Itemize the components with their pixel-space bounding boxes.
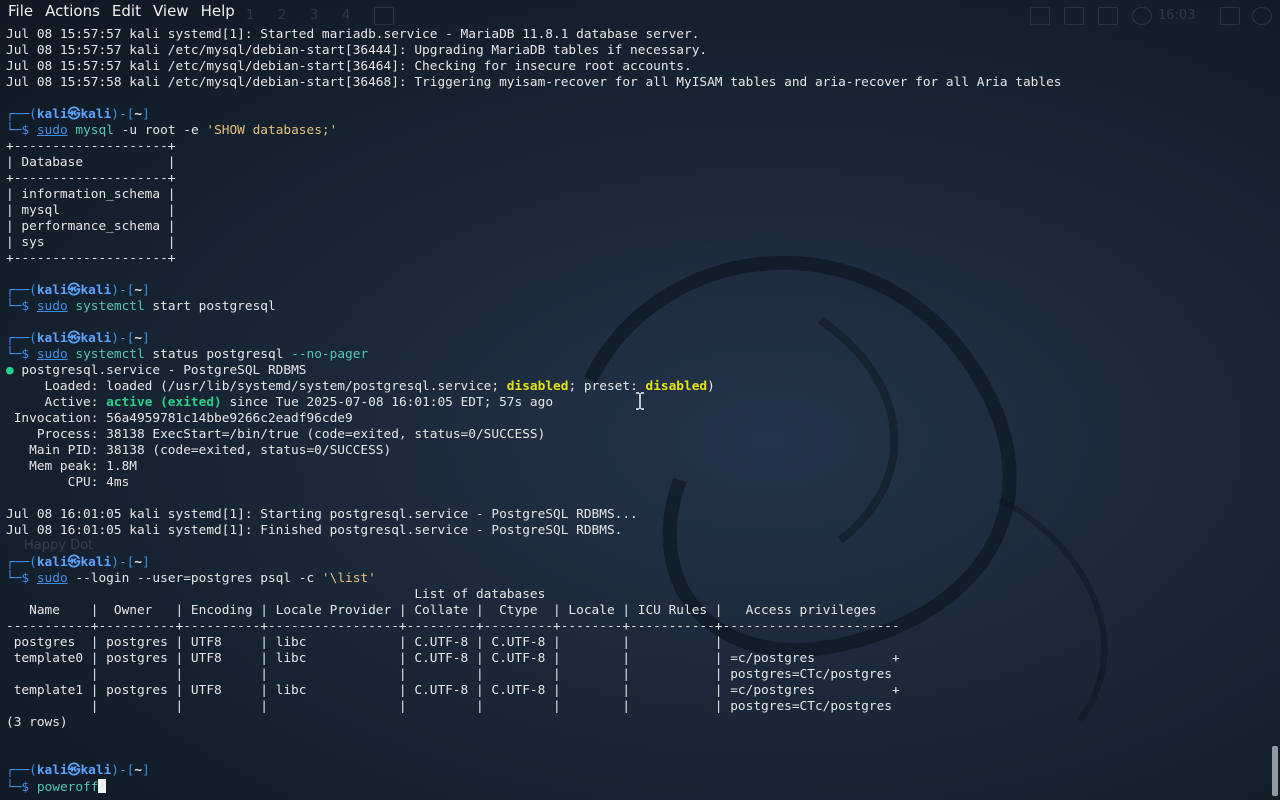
workspace-3: 3 (310, 8, 319, 23)
log-line: Jul 08 15:57:57 kali /etc/mysql/debian-s… (6, 43, 708, 58)
log-line: Jul 08 15:57:58 kali /etc/mysql/debian-s… (6, 75, 1062, 90)
prompt-header: ┌──(kali㉿kali)-[~] (6, 283, 150, 298)
log-line: Jul 08 15:57:57 kali /etc/mysql/debian-s… (6, 59, 692, 74)
command-line: └─$ sudo --login --user=postgres psql -c… (6, 571, 376, 586)
table-border: +--------------------+ (6, 251, 176, 266)
service-mempeak: Mem peak: 1.8M (6, 459, 137, 474)
workspace-4: 4 (342, 8, 351, 23)
table-header: | Database | (6, 155, 176, 170)
display-icon (1030, 7, 1050, 25)
ibeam-cursor-icon (636, 392, 644, 410)
service-process: Process: 38138 ExecStart=/bin/true (code… (6, 427, 546, 442)
service-cpu: CPU: 4ms (6, 475, 130, 490)
workspace-1: 1 (246, 8, 255, 23)
terminal-menubar: File Actions Edit View Help (0, 0, 241, 23)
lock-icon (1220, 7, 1240, 25)
table-row: | mysql | (6, 203, 176, 218)
service-invocation: Invocation: 56a4959781c14bbe9266c2eadf96… (6, 411, 353, 426)
prompt-header: ┌──(kali㉿kali)-[~] (6, 763, 150, 778)
menu-actions[interactable]: Actions (39, 0, 106, 23)
log-line: Jul 08 16:01:05 kali systemd[1]: Finishe… (6, 523, 623, 538)
terminal-output[interactable]: Jul 08 15:57:57 kali systemd[1]: Started… (6, 27, 1266, 795)
volume-icon (1064, 7, 1084, 25)
table-border: +--------------------+ (6, 139, 176, 154)
table-row: | performance_schema | (6, 219, 176, 234)
table-row: template0 | postgres | UTF8 | libc | C.U… (6, 651, 900, 666)
power-status-icon (1132, 7, 1152, 25)
command-line: └─$ sudo systemctl start postgresql (6, 299, 276, 314)
workspace-2: 2 (278, 8, 287, 23)
status-dot-icon: ● (6, 363, 14, 378)
pg-list-title: List of databases (6, 587, 546, 602)
text-cursor (98, 779, 107, 793)
table-row: | | | | | | | | postgres=CTc/postgres (6, 667, 893, 682)
prompt-header: ┌──(kali㉿kali)-[~] (6, 555, 150, 570)
menu-file[interactable]: File (2, 0, 39, 23)
log-line: Jul 08 16:01:05 kali systemd[1]: Startin… (6, 507, 638, 522)
menu-view[interactable]: View (147, 0, 195, 23)
pg-list-header: Name | Owner | Encoding | Locale Provide… (6, 603, 877, 618)
notification-bell-icon (1098, 7, 1118, 25)
table-row: | | | | | | | | postgres=CTc/postgres (6, 699, 893, 714)
prompt-header: ┌──(kali㉿kali)-[~] (6, 331, 150, 346)
logout-icon (1252, 7, 1272, 25)
command-line: └─$ sudo mysql -u root -e 'SHOW database… (6, 123, 338, 138)
table-row: template1 | postgres | UTF8 | libc | C.U… (6, 683, 900, 698)
command-line: └─$ sudo systemctl status postgresql --n… (6, 347, 369, 362)
panel-clock: 16:03 (1158, 8, 1196, 23)
terminal-taskbar-icon (374, 7, 394, 25)
service-unit-line: ● postgresql.service - PostgreSQL RDBMS (6, 363, 307, 378)
table-row: | information_schema | (6, 187, 176, 202)
prompt-header: ┌──(kali㉿kali)-[~] (6, 107, 150, 122)
menu-edit[interactable]: Edit (106, 0, 147, 23)
table-row: postgres | postgres | UTF8 | libc | C.UT… (6, 635, 723, 650)
pg-list-count: (3 rows) (6, 715, 68, 730)
command-input-line[interactable]: └─$ poweroff (6, 779, 1266, 795)
menu-help[interactable]: Help (195, 0, 241, 23)
pg-list-separator: -----------+----------+----------+------… (6, 619, 900, 634)
table-border: +--------------------+ (6, 171, 176, 186)
terminal-scrollbar[interactable] (1272, 746, 1278, 796)
table-row: | sys | (6, 235, 176, 250)
log-line: Jul 08 15:57:57 kali systemd[1]: Started… (6, 27, 700, 42)
service-mainpid: Main PID: 38138 (code=exited, status=0/S… (6, 443, 392, 458)
